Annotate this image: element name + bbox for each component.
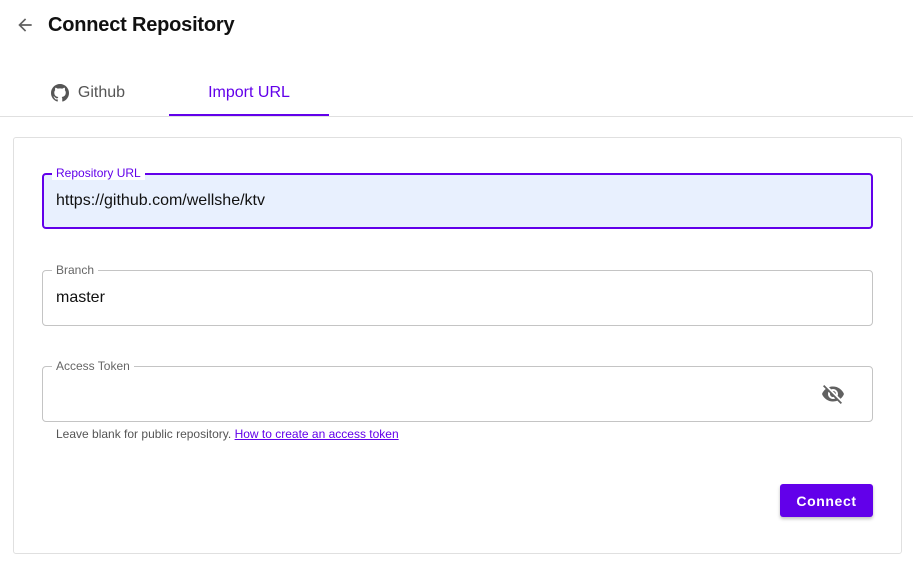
arrow-left-icon bbox=[18, 18, 32, 32]
helper-text: Leave blank for public repository. bbox=[56, 427, 232, 441]
tab-import-url-label: Import URL bbox=[208, 84, 290, 101]
tab-import-url[interactable]: Import URL bbox=[169, 70, 329, 116]
repository-url-input[interactable]: https://github.com/wellshe/ktv bbox=[56, 174, 265, 228]
access-token-label: Access Token bbox=[52, 359, 134, 373]
access-token-help-link[interactable]: How to create an access token bbox=[235, 427, 399, 441]
access-token-field[interactable]: Access Token bbox=[42, 359, 873, 422]
tab-github[interactable]: Github bbox=[8, 70, 168, 116]
branch-field[interactable]: Branch master bbox=[42, 263, 873, 326]
source-tabs: Github Import URL bbox=[0, 70, 913, 117]
page-header: Connect Repository bbox=[0, 0, 913, 50]
active-tab-indicator bbox=[169, 114, 329, 116]
branch-input[interactable]: master bbox=[56, 271, 105, 325]
repository-url-field[interactable]: Repository URL https://github.com/wellsh… bbox=[42, 166, 873, 229]
toggle-token-visibility-button[interactable] bbox=[820, 382, 846, 406]
tab-github-label: Github bbox=[77, 84, 126, 101]
github-icon bbox=[50, 84, 69, 102]
access-token-helper: Leave blank for public repository. How t… bbox=[56, 427, 399, 441]
page-title: Connect Repository bbox=[48, 14, 235, 36]
connect-button[interactable]: Connect bbox=[780, 484, 873, 517]
eye-off-icon bbox=[822, 385, 844, 404]
back-button[interactable] bbox=[12, 12, 38, 38]
